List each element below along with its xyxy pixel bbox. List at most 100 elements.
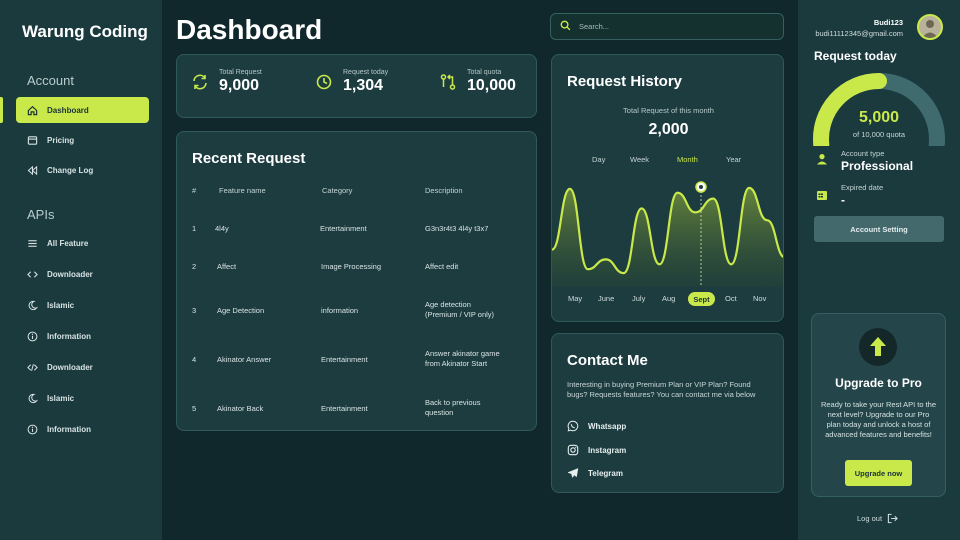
row-num: 3 [192,306,197,315]
stat-value: 10,000 [467,77,516,94]
row-category: Entertainment [321,404,368,413]
row-feature: Akinator Answer [217,355,272,364]
history-subtitle: Total Request of this month [623,106,714,115]
card-icon [26,134,38,146]
row-num: 5 [192,404,197,413]
account-type-value: Professional [841,159,914,173]
sidebar-item-label: Downloader [47,362,93,372]
sidebar-item-label: Pricing [47,135,75,145]
instagram-icon [567,444,579,456]
stat-label: Total quota [467,69,502,76]
page-title: Dashboard [176,14,323,45]
active-indicator [0,97,3,123]
sidebar-item-downloader-2[interactable]: Downloader [16,354,149,380]
upgrade-icon-circle [859,328,897,366]
contact-telegram[interactable]: Telegram [567,467,623,479]
contact-whatsapp[interactable]: Whatsapp [567,420,626,432]
whatsapp-icon [567,420,579,432]
upgrade-card: Upgrade to Pro Ready to take your Rest A… [811,313,946,497]
list-icon [26,237,38,249]
row-category: Entertainment [320,224,367,233]
moon-icon [26,392,38,404]
request-history-title: Request History [567,73,683,90]
left-sidebar: Warung Coding Account Dashboard Pricing … [0,0,162,540]
month-aug[interactable]: Aug [662,294,675,303]
request-history-card: Request History Total Request of this mo… [551,54,784,322]
stat-value: 9,000 [219,77,260,94]
sidebar-item-label: Information [47,424,91,434]
quota-caption: of 10,000 quota [852,130,906,139]
column-header-description: Description [425,186,463,195]
month-june[interactable]: June [598,294,614,303]
info-icon [26,330,38,342]
sidebar-item-label: Downloader [47,269,93,279]
history-total: 2,000 [648,121,689,138]
moon-icon [26,299,38,311]
quota-title: Request today [814,49,897,63]
sidebar-item-information-2[interactable]: Information [16,416,149,442]
search-input[interactable] [579,22,769,31]
row-description: G3n3r4t3 4l4y t3x7 [425,224,489,233]
row-description: Answer akinator game from Akinator Start [425,349,500,368]
sidebar-item-label: All Feature [47,238,89,248]
row-num: 1 [192,224,197,233]
upgrade-now-button[interactable]: Upgrade now [845,460,912,486]
month-nov[interactable]: Nov [753,294,766,303]
column-header-category: Category [322,186,353,195]
column-header-feature: Feature name [219,186,266,195]
avatar[interactable] [917,14,943,40]
logout-link[interactable]: Log out [857,513,898,524]
rewind-icon [26,164,38,176]
arrow-up-icon [870,337,886,356]
apis-section-title: APIs [27,207,55,222]
contact-title: Contact Me [567,352,648,369]
account-section-title: Account [27,73,74,88]
sidebar-item-pricing[interactable]: Pricing [16,127,149,153]
chart-marker-center [699,185,703,189]
home-icon [26,104,38,116]
contact-label: Whatsapp [588,421,627,431]
contact-instagram[interactable]: Instagram [567,444,626,456]
sidebar-item-all-feature[interactable]: All Feature [16,230,149,256]
month-oct[interactable]: Oct [725,294,737,303]
sidebar-item-label: Information [47,331,91,341]
sidebar-item-islamic[interactable]: Islamic [16,292,149,318]
month-may[interactable]: May [568,294,582,303]
row-num: 4 [192,355,197,364]
row-feature: Akinator Back [217,404,264,413]
timeframe-year[interactable]: Year [726,155,741,164]
user-email: budi11112345@gmail.com [815,29,903,38]
stat-total-request: Total Request 9,000 [191,69,262,95]
month-july[interactable]: July [632,294,645,303]
row-description: Back to previous question [425,398,481,417]
search-bar[interactable] [550,13,784,40]
row-feature: Age Detection [217,306,265,315]
user-avatar-icon [922,20,938,38]
stat-total-quota: Total quota 10,000 [439,69,516,95]
right-panel: Budi123 budi11112345@gmail.com Request t… [798,0,960,540]
sidebar-item-downloader[interactable]: Downloader [16,261,149,287]
user-name: Budi123 [873,18,903,27]
sidebar-item-dashboard[interactable]: Dashboard [16,97,149,123]
sidebar-item-islamic-2[interactable]: Islamic [16,385,149,411]
contact-text: Interesting in buying Premium Plan or VI… [567,380,756,399]
sidebar-item-information[interactable]: Information [16,323,149,349]
expired-date-label: Expired date [841,183,884,192]
recent-request-card: Recent Request # Feature name Category D… [176,131,537,431]
account-setting-button[interactable]: Account Setting [814,216,944,242]
month-sept-selected[interactable]: Sept [688,292,715,306]
row-feature: Affect [217,262,237,271]
timeframe-day[interactable]: Day [592,155,605,164]
row-category: Image Processing [321,262,382,271]
logout-icon [887,513,898,524]
row-category: Entertainment [321,355,368,364]
refresh-icon [193,74,207,90]
timeframe-month[interactable]: Month [677,155,698,164]
brand-logo[interactable]: Warung Coding [22,22,148,42]
timeframe-week[interactable]: Week [630,155,649,164]
logout-label: Log out [857,514,883,523]
upgrade-text: Ready to take your Rest API to the next … [820,400,937,439]
stat-request-today: Request today 1,304 [315,69,388,95]
request-history-chart [552,181,783,287]
sidebar-item-change-log[interactable]: Change Log [16,157,149,183]
